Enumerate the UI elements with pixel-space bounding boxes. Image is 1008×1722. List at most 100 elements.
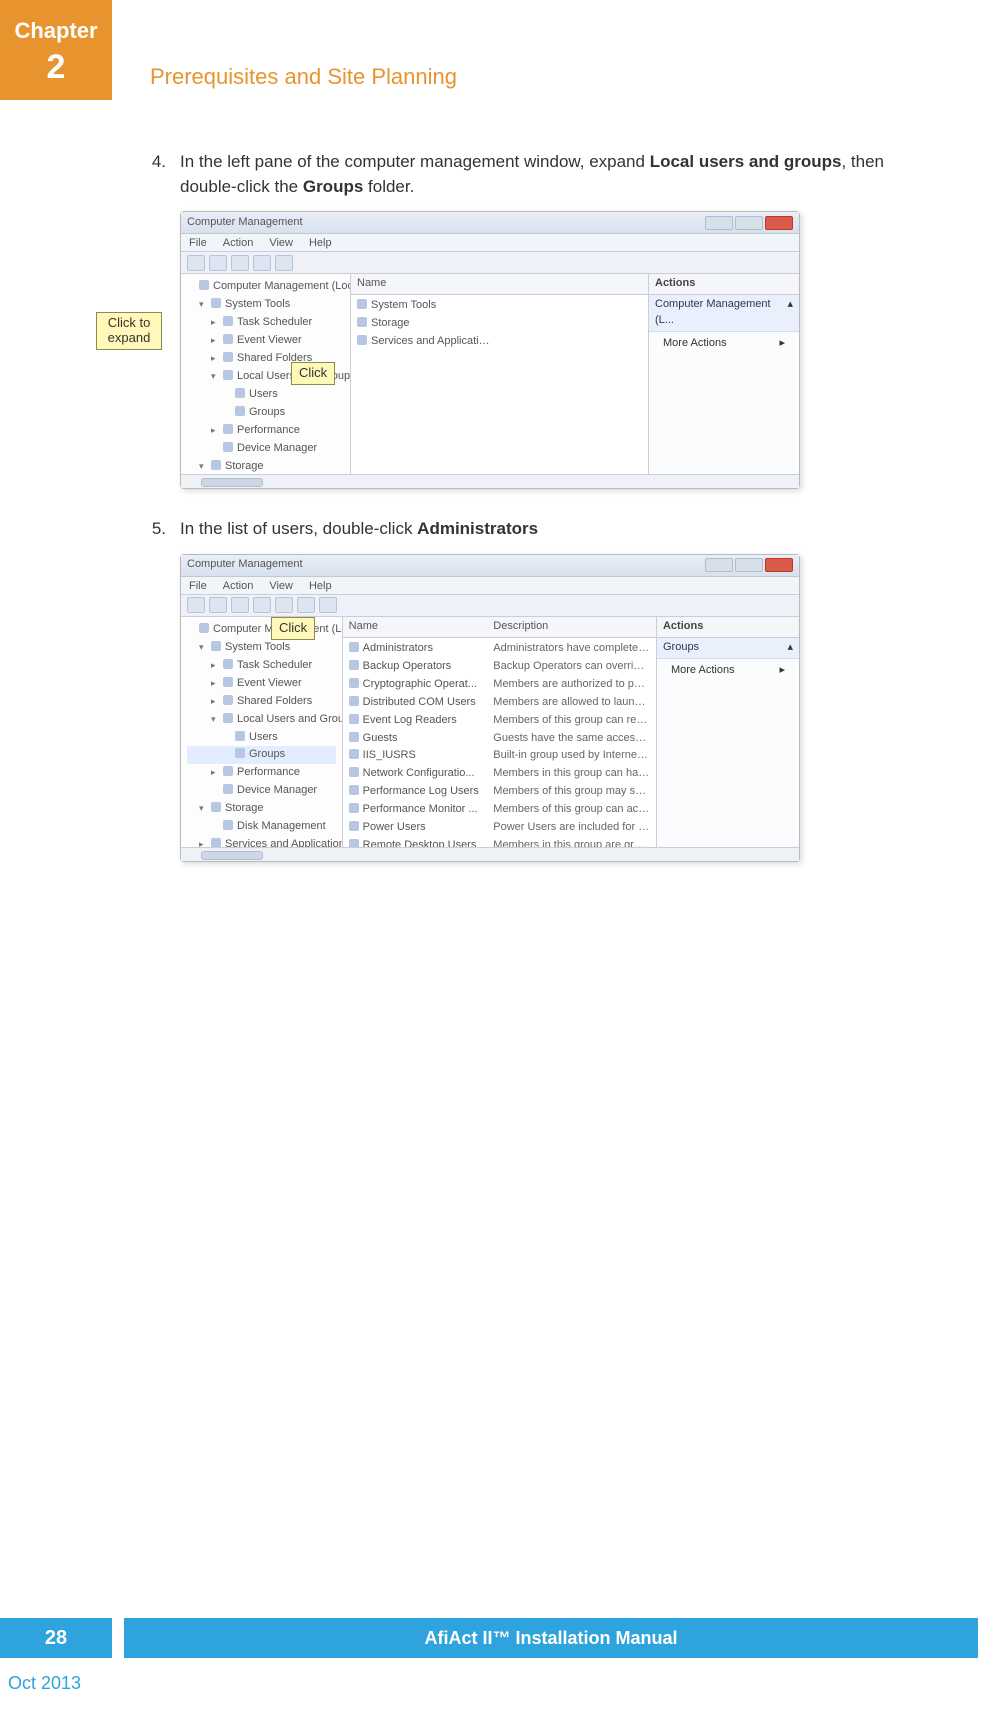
minimize-button[interactable]	[705, 558, 733, 572]
list-item[interactable]: Performance Monitor ...Members of this g…	[343, 801, 656, 819]
actions-pane: Actions Groups▴ More Actions▸	[657, 617, 799, 847]
tree-item[interactable]: ▸Task Scheduler	[187, 314, 344, 332]
list-item[interactable]: Services and Applications	[351, 333, 648, 351]
tree-item[interactable]: ▸Event Viewer	[187, 675, 336, 693]
tree-item[interactable]: ▾System Tools	[187, 639, 336, 657]
footer-bar: 28 AfiAct II™ Installation Manual	[0, 1618, 1008, 1658]
actions-context[interactable]: Groups▴	[657, 638, 799, 659]
list-item[interactable]: GuestsGuests have the same access as m..…	[343, 730, 656, 748]
tree-item[interactable]: Groups	[187, 746, 336, 764]
maximize-button[interactable]	[735, 216, 763, 230]
callout-click-to-expand: Click to expand	[96, 312, 162, 350]
list-item[interactable]: Backup OperatorsBackup Operators can ove…	[343, 658, 656, 676]
close-button[interactable]	[765, 558, 793, 572]
tree-item[interactable]: Users	[187, 729, 336, 747]
tree-item[interactable]: ▸Event Viewer	[187, 332, 344, 350]
maximize-button[interactable]	[735, 558, 763, 572]
list-item[interactable]: Network Configuratio...Members in this g…	[343, 765, 656, 783]
tree-item[interactable]: Device Manager	[187, 782, 336, 800]
list-item[interactable]: Cryptographic Operat...Members are autho…	[343, 676, 656, 694]
refresh-icon[interactable]	[253, 255, 271, 271]
menu-file[interactable]: File	[189, 236, 207, 249]
step-text: In the left pane of the computer managem…	[180, 150, 900, 199]
list-item[interactable]: IIS_IUSRSBuilt-in group used by Internet…	[343, 747, 656, 765]
page-number: 28	[0, 1618, 112, 1658]
tree-item[interactable]: Disk Management	[187, 818, 336, 836]
tree-item[interactable]: ▸Shared Folders	[187, 693, 336, 711]
chapter-tab: Chapter 2	[0, 0, 112, 100]
menu-file[interactable]: File	[189, 579, 207, 592]
step-num: 4.	[140, 150, 166, 199]
back-icon[interactable]	[187, 597, 205, 613]
forward-icon[interactable]	[209, 597, 227, 613]
scrollbar[interactable]	[181, 847, 799, 861]
tree-item[interactable]: ▾Local Users and Groups	[187, 711, 336, 729]
tree-item[interactable]: ▸Services and Applications	[187, 836, 336, 847]
back-icon[interactable]	[187, 255, 205, 271]
content-list[interactable]: Name Description AdministratorsAdministr…	[343, 617, 657, 847]
tree-item[interactable]: Users	[187, 386, 344, 404]
tree-item[interactable]: ▸Task Scheduler	[187, 657, 336, 675]
delete-icon[interactable]	[231, 597, 249, 613]
nav-tree[interactable]: Computer Management (Local▾System Tools▸…	[181, 617, 343, 847]
tree-item[interactable]: ▾Storage	[187, 800, 336, 818]
actions-context[interactable]: Computer Management (L...▴	[649, 295, 799, 332]
list-item[interactable]: System Tools	[351, 297, 648, 315]
txt-bold: Groups	[303, 177, 363, 196]
actions-header: Actions	[657, 617, 799, 638]
window-title: Computer Management	[187, 557, 303, 573]
window-titlebar: Computer Management	[181, 555, 799, 577]
menu-help[interactable]: Help	[309, 579, 332, 592]
minimize-button[interactable]	[705, 216, 733, 230]
forward-icon[interactable]	[209, 255, 227, 271]
properties-icon[interactable]	[231, 255, 249, 271]
col-description: Description	[493, 619, 650, 635]
list-item[interactable]: Remote Desktop UsersMembers in this grou…	[343, 837, 656, 847]
toolbar	[181, 595, 799, 617]
list-item[interactable]: Storage	[351, 315, 648, 333]
col-name: Name	[349, 619, 494, 635]
tree-item[interactable]: ▸Performance	[187, 764, 336, 782]
txt-bold: Administrators	[417, 519, 538, 538]
more-actions[interactable]: More Actions▸	[657, 659, 799, 683]
menu-action[interactable]: Action	[223, 236, 254, 249]
menubar: File Action View Help	[181, 577, 799, 595]
menu-view[interactable]: View	[269, 236, 293, 249]
chevron-right-icon: ▸	[779, 663, 785, 679]
chevron-right-icon: ▸	[779, 336, 785, 352]
tree-item[interactable]: ▾Storage	[187, 458, 344, 475]
list-item[interactable]: Event Log ReadersMembers of this group c…	[343, 712, 656, 730]
tree-item[interactable]: ▾System Tools	[187, 296, 344, 314]
col-name: Name	[357, 276, 494, 292]
list-item[interactable]: Distributed COM UsersMembers are allowed…	[343, 694, 656, 712]
content-list[interactable]: Name System ToolsStorageServices and App…	[351, 274, 649, 474]
list-item[interactable]: AdministratorsAdministrators have comple…	[343, 640, 656, 658]
step-text: In the list of users, double-click Admin…	[180, 517, 900, 542]
callout-click: Click	[291, 362, 335, 385]
help-icon[interactable]	[319, 597, 337, 613]
section-title: Prerequisites and Site Planning	[150, 64, 457, 90]
close-button[interactable]	[765, 216, 793, 230]
tree-item[interactable]: Computer Management (Local	[187, 278, 344, 296]
menu-action[interactable]: Action	[223, 579, 254, 592]
toolbar	[181, 252, 799, 274]
refresh-icon[interactable]	[275, 597, 293, 613]
menubar: File Action View Help	[181, 234, 799, 252]
list-item[interactable]: Performance Log UsersMembers of this gro…	[343, 783, 656, 801]
txt: folder.	[363, 177, 414, 196]
tree-item[interactable]: Groups	[187, 404, 344, 422]
list-item[interactable]: Power UsersPower Users are included for …	[343, 819, 656, 837]
window-title: Computer Management	[187, 215, 303, 231]
scrollbar[interactable]	[181, 474, 799, 488]
more-actions[interactable]: More Actions▸	[649, 332, 799, 356]
menu-view[interactable]: View	[269, 579, 293, 592]
step-num: 5.	[140, 517, 166, 542]
tree-item[interactable]: Device Manager	[187, 440, 344, 458]
txt: In the list of users, double-click	[180, 519, 417, 538]
step-4: 4. In the left pane of the computer mana…	[140, 150, 900, 199]
help-icon[interactable]	[275, 255, 293, 271]
tree-item[interactable]: ▸Performance	[187, 422, 344, 440]
properties-icon[interactable]	[253, 597, 271, 613]
export-icon[interactable]	[297, 597, 315, 613]
menu-help[interactable]: Help	[309, 236, 332, 249]
